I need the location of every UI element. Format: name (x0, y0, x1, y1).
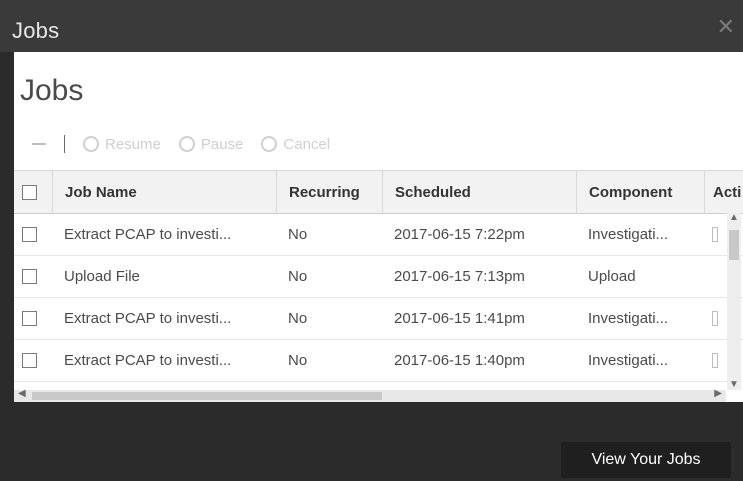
job-recurring: No (288, 226, 308, 243)
job-recurring: No (288, 268, 308, 285)
job-recurring: No (288, 352, 308, 369)
header-component[interactable]: Component (576, 171, 709, 213)
scroll-down-icon[interactable]: ▼ (727, 379, 741, 390)
job-component: Upload (588, 268, 636, 285)
dialog-title: Jobs (12, 18, 60, 43)
job-name: Extract PCAP to investi... (64, 352, 232, 369)
job-scheduled: 2017-06-15 7:13pm (394, 268, 525, 285)
resume-button[interactable]: Resume (83, 136, 161, 153)
job-name: Extract PCAP to investi... (64, 226, 232, 243)
view-your-jobs-button[interactable]: View Your Jobs (561, 442, 731, 478)
minus-icon[interactable] (32, 143, 46, 145)
jobs-panel: Jobs Resume Pause Cancel Job Name Recurr… (14, 52, 743, 402)
vertical-scroll-thumb[interactable] (729, 230, 739, 260)
select-all-checkbox[interactable] (22, 171, 42, 213)
table-row[interactable]: Extract PCAP to investi... No 2017-06-15… (14, 214, 743, 256)
pause-button[interactable]: Pause (178, 135, 244, 153)
toolbar-separator (64, 135, 65, 153)
job-component: Investigati... (588, 226, 669, 243)
jobs-dialog: Jobs ✕ Jobs Resume Pause Cancel Job Name… (0, 0, 743, 481)
cancel-label: Cancel (283, 135, 331, 153)
table-row[interactable]: Extract PCAP to investi... No 2017-06-15… (14, 340, 743, 382)
vertical-scrollbar[interactable]: ▲ ▼ (727, 212, 741, 390)
panel-title: Jobs (20, 74, 84, 107)
header-job-name[interactable]: Job Name (52, 171, 287, 213)
job-name: Upload File (64, 268, 140, 285)
job-scheduled: 2017-06-15 7:22pm (394, 226, 525, 243)
scroll-up-icon[interactable]: ▲ (727, 212, 741, 223)
scroll-right-icon[interactable]: ▶ (714, 388, 722, 399)
row-checkbox[interactable] (22, 298, 42, 339)
table-row[interactable]: Upload File No 2017-06-15 7:13pm Upload (14, 256, 743, 298)
job-component: Investigati... (588, 310, 669, 327)
job-component: Investigati... (588, 352, 669, 369)
header-actions[interactable]: Acti (704, 171, 743, 213)
table-header: Job Name Recurring Scheduled Component A… (14, 170, 743, 214)
row-checkbox[interactable] (22, 214, 42, 255)
job-scheduled: 2017-06-15 1:41pm (394, 310, 525, 327)
scroll-left-icon[interactable]: ◀ (18, 388, 26, 399)
horizontal-scroll-thumb[interactable] (32, 392, 382, 400)
jobs-table: Job Name Recurring Scheduled Component A… (14, 170, 743, 402)
pause-icon (178, 136, 195, 152)
job-recurring: No (288, 310, 308, 327)
job-scheduled: 2017-06-15 1:40pm (394, 352, 525, 369)
row-checkbox[interactable] (22, 340, 42, 381)
pause-label: Pause (200, 135, 244, 153)
resume-label: Resume (105, 135, 161, 153)
close-icon[interactable]: ✕ (717, 16, 735, 38)
header-recurring[interactable]: Recurring (276, 171, 389, 213)
play-icon (83, 136, 99, 152)
cancel-icon (261, 136, 278, 152)
header-scheduled[interactable]: Scheduled (382, 171, 585, 213)
jobs-toolbar: Resume Pause Cancel (32, 130, 330, 158)
row-checkbox[interactable] (22, 256, 42, 297)
horizontal-scrollbar[interactable]: ◀ ▶ (14, 388, 726, 402)
cancel-button[interactable]: Cancel (261, 136, 330, 153)
table-row[interactable]: Extract PCAP to investi... No 2017-06-15… (14, 298, 743, 340)
dialog-titlebar: Jobs ✕ (0, 0, 743, 52)
job-name: Extract PCAP to investi... (64, 310, 232, 327)
